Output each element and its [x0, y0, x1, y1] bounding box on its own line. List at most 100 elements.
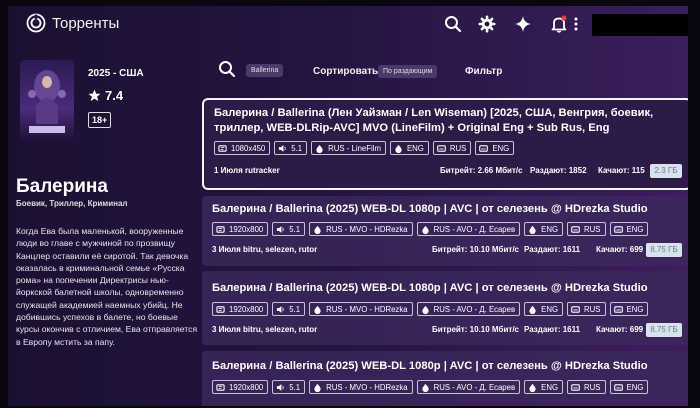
torrent-tag-label: ENG — [626, 304, 644, 314]
audio-drop-icon — [529, 305, 536, 314]
gear-icon[interactable] — [478, 15, 496, 33]
sort-value-chip[interactable]: По раздающим — [378, 65, 438, 78]
video-icon — [218, 144, 227, 152]
torrent-date-source: 3 Июля bitru, selezen, rutor — [212, 325, 318, 334]
torrent-tag: RUS — [567, 222, 606, 236]
search-icon[interactable] — [444, 15, 462, 33]
torrent-tag-label: RUS - AVO - Д. Есарев — [433, 224, 516, 234]
torrent-tag: RUS — [567, 302, 606, 316]
torrent-tag: ENG — [524, 222, 564, 236]
redacted-area — [592, 14, 688, 36]
speaker-icon — [279, 144, 286, 152]
torrent-leechers: Качают: 699 — [596, 325, 644, 334]
audio-drop-icon — [421, 305, 429, 314]
torrent-tag-label: ENG — [626, 224, 644, 234]
torrent-item[interactable]: Балерина / Ballerina (2025) WEB-DL 1080p… — [202, 271, 688, 345]
filter-button[interactable]: Фильтр — [465, 66, 502, 77]
torrent-tag: RUS — [567, 380, 606, 394]
torrent-tag-label: ENG — [541, 224, 559, 234]
torrent-tag-label: 5.1 — [289, 304, 301, 314]
video-icon — [216, 305, 225, 313]
torrent-tag: ENG — [609, 222, 649, 236]
search-filter-icon[interactable] — [218, 60, 236, 78]
torrent-leechers: Качают: 699 — [596, 245, 644, 254]
star-icon — [88, 89, 101, 102]
speaker-icon — [277, 225, 284, 233]
torrent-item[interactable]: Балерина / Ballerina (2025) WEB-DL 1080p… — [202, 196, 688, 266]
subtitles-icon — [613, 305, 623, 313]
torrent-tags: 1920x800 5.1 RUS - MVO - HDRezka RUS - AVO … — [212, 222, 652, 237]
torrent-tag: 1920x800 — [212, 380, 269, 394]
torrent-tag-label: ENG — [541, 382, 559, 392]
audio-drop-icon — [395, 144, 402, 153]
torrent-tag-label: RUS - MVO - HDRezka — [326, 382, 408, 392]
torrent-tag: RUS - AVO - Д. Есарев — [416, 302, 521, 316]
search-query-chip[interactable]: Ballerina — [246, 64, 284, 77]
torrent-tag: RUS - LineFilm — [311, 141, 386, 155]
subtitles-icon — [479, 144, 489, 152]
subtitles-icon — [571, 383, 580, 391]
torrent-tag-label: RUS - MVO - HDRezka — [326, 304, 408, 314]
movie-description: Когда Ева была маленькой, вооруженные лю… — [16, 226, 198, 347]
app-logo-icon — [26, 13, 46, 33]
video-icon — [216, 383, 225, 391]
torrent-size: 8.75 ГБ — [646, 243, 682, 257]
torrent-tag-label: RUS - AVO - Д. Есарев — [433, 304, 516, 314]
torrent-tag-label: RUS - MVO - HDRezka — [326, 224, 408, 234]
torrent-tag-label: RUS - AVO - Д. Есарев — [433, 382, 516, 392]
torrent-tag-label: 5.1 — [291, 143, 303, 153]
torrent-bitrate: Битрейт: 10.10 Мбит/с — [432, 325, 519, 334]
torrent-tag: 1920x800 — [212, 302, 269, 316]
torrent-tag: ENG — [389, 141, 429, 155]
tv-screen: Торренты 2025 - США 7.4 18+ Балерина Бое… — [8, 6, 688, 406]
rating: 7.4 — [88, 88, 123, 103]
torrent-item[interactable]: Балерина / Ballerina (2025) WEB-DL 1080p… — [202, 351, 688, 406]
torrent-tag-label: ENG — [541, 304, 559, 314]
torrent-seeders: Раздают: 1852 — [530, 166, 587, 175]
torrent-item[interactable]: Балерина / Ballerina (Лен Уайзман / Len … — [202, 98, 688, 190]
subtitles-icon — [571, 225, 580, 233]
torrent-tag: RUS - AVO - Д. Есарев — [416, 380, 521, 394]
torrent-tag-label: RUS — [584, 382, 601, 392]
torrent-tag: RUS - AVO - Д. Есарев — [416, 222, 521, 236]
torrent-tag: 5.1 — [274, 141, 308, 155]
torrent-leechers: Качают: 115 — [598, 166, 645, 175]
more-vert-icon[interactable] — [573, 15, 579, 33]
torrent-title: Балерина / Ballerina (Лен Уайзман / Len … — [214, 107, 654, 134]
torrent-tag: ENG — [524, 380, 564, 394]
audio-drop-icon — [529, 383, 536, 392]
torrent-size: 8.75 ГБ — [646, 323, 682, 337]
torrent-tag: RUS - MVO - HDRezka — [309, 302, 413, 316]
page-title: Торренты — [52, 15, 120, 32]
bell-icon[interactable] — [550, 15, 568, 33]
torrent-tag-label: RUS - LineFilm — [328, 143, 381, 153]
video-icon — [216, 225, 225, 233]
subtitles-icon — [437, 144, 446, 152]
sparkle-icon[interactable] — [514, 15, 532, 33]
year-country: 2025 - США — [88, 68, 144, 79]
torrent-title: Балерина / Ballerina (2025) WEB-DL 1080p… — [212, 360, 648, 372]
torrent-tag-label: RUS — [584, 224, 601, 234]
torrent-seeders: Раздают: 1611 — [524, 325, 581, 334]
audio-drop-icon — [314, 383, 321, 392]
speaker-icon — [277, 383, 284, 391]
torrent-bitrate: Битрейт: 10.10 Мбит/с — [432, 245, 519, 254]
torrent-title: Балерина / Ballerina (2025) WEB-DL 1080p… — [212, 282, 648, 294]
sort-button[interactable]: Сортировать — [313, 66, 378, 77]
audio-drop-icon — [316, 144, 323, 153]
torrent-date-source: 3 Июля bitru, selezen, rutor — [212, 245, 318, 254]
filter-bar: Ballerina Сортировать По раздающим Фильт… — [218, 58, 688, 82]
subtitles-icon — [613, 225, 623, 233]
torrent-tag-label: ENG — [626, 382, 644, 392]
movie-poster — [20, 60, 74, 142]
torrent-tag: 1920x800 — [212, 222, 269, 236]
torrent-tag-label: ENG — [492, 143, 510, 153]
torrent-tag: RUS - MVO - HDRezka — [309, 222, 413, 236]
top-bar: Торренты — [8, 6, 688, 42]
age-rating-badge: 18+ — [88, 112, 112, 128]
torrent-bitrate: Битрейт: 2.66 Мбит/с — [440, 166, 523, 175]
torrent-tag-label: 5.1 — [289, 224, 301, 234]
movie-genres: Боевик, Триллер, Криминал — [16, 199, 128, 208]
torrent-tag: 5.1 — [272, 380, 306, 394]
subtitles-icon — [613, 383, 623, 391]
